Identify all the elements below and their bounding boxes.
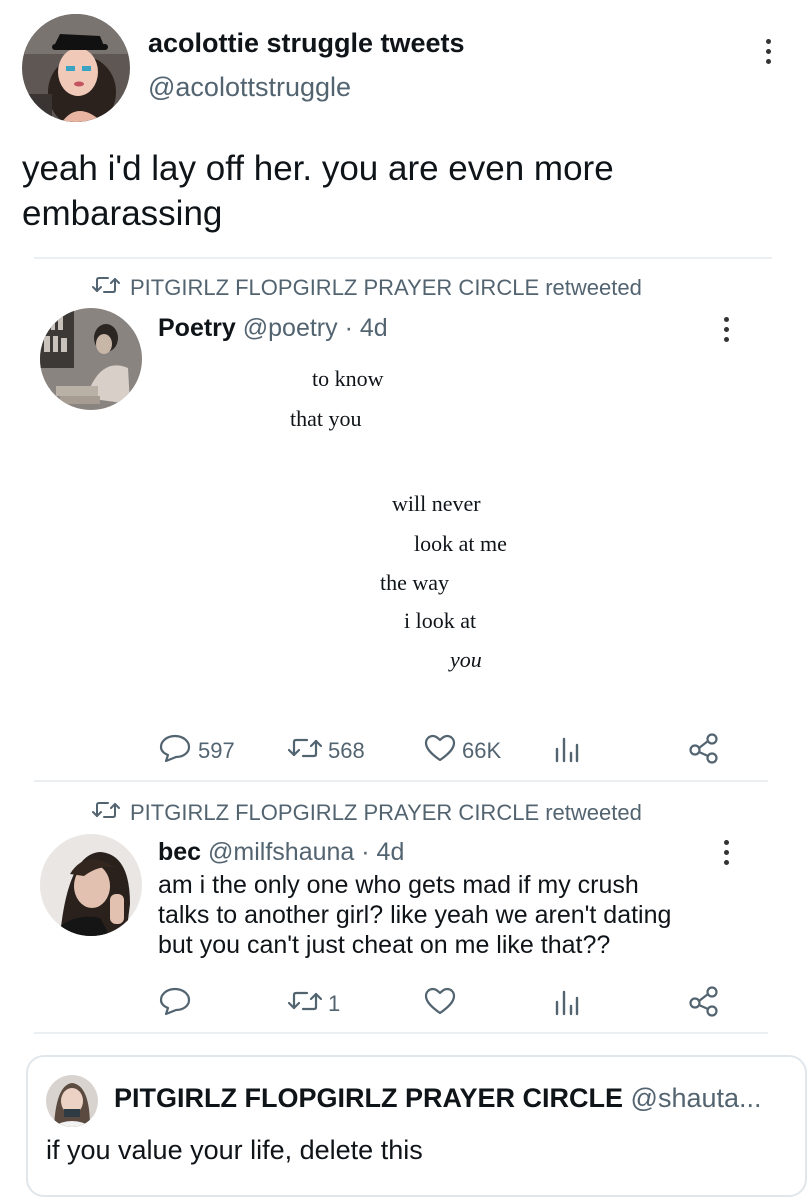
like-count: 66K	[462, 738, 502, 763]
analytics-icon[interactable]	[554, 988, 580, 1021]
poem-line: i look at	[404, 608, 477, 633]
handle-time[interactable]: @poetry · 4d	[243, 314, 388, 342]
like-button[interactable]: 66K	[424, 734, 501, 768]
retweet-context-label: PITGIRLZ FLOPGIRLZ PRAYER CIRCLE retweet…	[130, 275, 642, 300]
display-name[interactable]: Poetry	[158, 314, 236, 342]
poem-line: look at me	[414, 531, 507, 556]
divider	[34, 780, 768, 782]
display-name[interactable]: bec	[158, 838, 201, 866]
poem-line: that you	[290, 406, 362, 431]
avatar-pitgirlz[interactable]	[46, 1075, 98, 1127]
tweet-text: am i the only one who gets mad if my cru…	[158, 870, 671, 960]
handle[interactable]: @acolottstruggle	[148, 72, 351, 103]
avatar-poetry[interactable]	[40, 308, 142, 410]
retweet-context[interactable]: PITGIRLZ FLOPGIRLZ PRAYER CIRCLE retweet…	[92, 274, 642, 302]
poem-line: to know	[312, 366, 384, 391]
quoted-tweet-card[interactable]: PITGIRLZ FLOPGIRLZ PRAYER CIRCLE @shauta…	[26, 1055, 807, 1197]
tweet-text-line-1: yeah i'd lay off her. you are even more	[22, 149, 614, 188]
divider	[34, 257, 772, 259]
retweet-icon	[92, 274, 120, 302]
tweet-text-line-2: talks to another girl? like yeah we aren…	[158, 901, 672, 929]
reply-button[interactable]	[158, 986, 192, 1022]
poem-line: will never	[392, 491, 481, 516]
quoted-header: PITGIRLZ FLOPGIRLZ PRAYER CIRCLE @shauta…	[114, 1083, 762, 1114]
like-icon	[424, 734, 456, 768]
more-icon[interactable]	[723, 317, 729, 342]
retweet-icon	[287, 988, 323, 1020]
retweet-count: 1	[328, 991, 341, 1016]
like-button[interactable]	[424, 987, 456, 1021]
retweet-button[interactable]: 1	[287, 988, 341, 1020]
analytics-icon[interactable]	[554, 735, 580, 768]
poem-image[interactable]: to know that you will never look at me t…	[158, 350, 768, 700]
reply-icon	[158, 733, 192, 769]
display-name[interactable]: acolottie struggle tweets	[148, 28, 465, 59]
display-name[interactable]: PITGIRLZ FLOPGIRLZ PRAYER CIRCLE	[114, 1083, 623, 1113]
tweet-text: yeah i'd lay off her. you are even more …	[22, 146, 614, 236]
avatar-bec[interactable]	[40, 834, 142, 936]
poem-line: the way	[380, 570, 450, 595]
tweet-header: bec @milfshauna · 4d	[158, 838, 404, 867]
quoted-text: if you value your life, delete this	[46, 1135, 423, 1165]
retweet-context-label: PITGIRLZ FLOPGIRLZ PRAYER CIRCLE retweet…	[130, 800, 642, 825]
tweet-text-line-1: am i the only one who gets mad if my cru…	[158, 871, 639, 899]
retweet-icon	[287, 735, 323, 767]
retweet-button[interactable]: 568	[287, 735, 365, 767]
handle[interactable]: @shauta...	[631, 1083, 762, 1113]
tweet-text-line-2: embarassing	[22, 194, 223, 233]
like-icon	[424, 987, 456, 1021]
reply-count: 597	[198, 738, 235, 763]
avatar-acolottie[interactable]	[22, 14, 130, 122]
handle-time[interactable]: @milfshauna · 4d	[208, 838, 404, 866]
reply-icon	[158, 986, 192, 1022]
tweet-thread-screen: { "main_tweet": { "display_name": "acolo…	[0, 0, 812, 1200]
divider	[34, 1032, 768, 1034]
retweet-context[interactable]: PITGIRLZ FLOPGIRLZ PRAYER CIRCLE retweet…	[92, 799, 642, 827]
more-icon[interactable]	[723, 840, 729, 865]
reply-button[interactable]: 597	[158, 733, 235, 769]
retweet-count: 568	[328, 738, 365, 763]
more-icon[interactable]	[765, 39, 771, 64]
retweet-icon	[92, 799, 120, 827]
share-icon[interactable]	[688, 985, 720, 1022]
tweet-text-line-3: but you can't just cheat on me like that…	[158, 931, 611, 959]
tweet-header: Poetry @poetry · 4d	[158, 314, 388, 343]
share-icon[interactable]	[688, 732, 720, 769]
poem-line: you	[450, 647, 482, 672]
